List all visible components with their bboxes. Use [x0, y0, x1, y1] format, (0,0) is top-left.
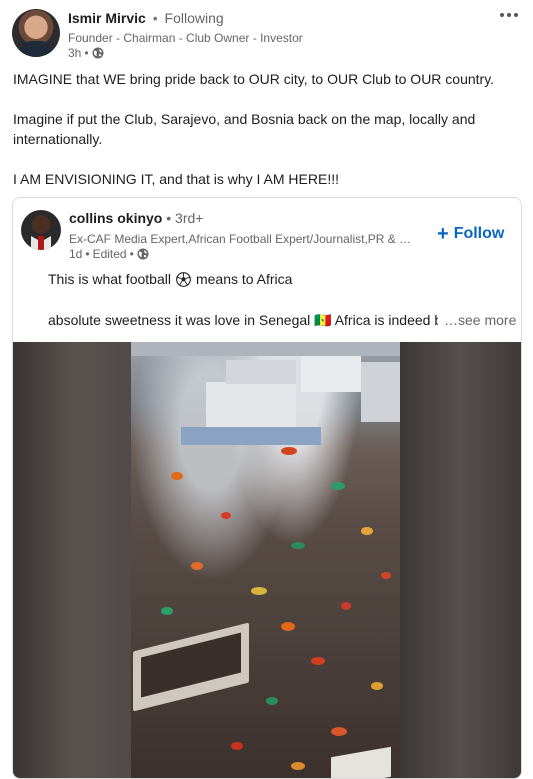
shared-text-line: absolute sweetness it was love in Senega…	[48, 312, 438, 328]
shared-author-headline: Ex-CAF Media Expert,African Football Exp…	[69, 232, 414, 246]
shared-author-name[interactable]: collins okinyo	[69, 210, 162, 226]
stage-vehicle	[133, 622, 249, 712]
separator-dot: •	[85, 247, 90, 261]
post-paragraph: Imagine if put the Club, Sarajevo, and B…	[13, 111, 476, 147]
shared-text-part: This is what football	[48, 271, 171, 287]
connection-degree: 3rd+	[175, 210, 204, 226]
post-time: 3h	[68, 46, 82, 60]
shared-post-meta: 1d • Edited •	[69, 247, 149, 261]
feed-post: Ismir Mirvic • Following Founder - Chair…	[0, 0, 533, 779]
see-more-link[interactable]: …see more	[444, 312, 516, 328]
author-avatar[interactable]	[12, 9, 60, 57]
author-name[interactable]: Ismir Mirvic	[68, 10, 146, 26]
more-options-icon[interactable]	[495, 5, 523, 25]
edited-label: Edited	[92, 247, 127, 261]
shared-author-avatar[interactable]	[21, 210, 61, 250]
post-paragraph: I AM ENVISIONING IT, and that is why I A…	[13, 171, 339, 187]
follow-status: Following	[164, 10, 224, 26]
shared-post-card[interactable]: collins okinyo • 3rd+ Ex-CAF Media Exper…	[12, 197, 522, 779]
shared-text-line: This is what football means to Africa	[48, 271, 292, 287]
video-player[interactable]	[13, 342, 521, 778]
post-meta: 3h •	[68, 46, 104, 60]
post-text: IMAGINE that WE bring pride back to OUR …	[13, 69, 513, 209]
separator-dot: •	[166, 210, 176, 226]
follow-button[interactable]: + Follow	[437, 223, 505, 245]
shared-author-line: collins okinyo • 3rd+	[69, 210, 203, 226]
video-blur-background	[398, 342, 521, 778]
globe-icon	[92, 47, 104, 59]
separator-dot: •	[152, 10, 158, 26]
separator-dot: •	[129, 247, 134, 261]
shared-text-part: means to Africa	[195, 271, 293, 287]
video-frame	[131, 342, 400, 778]
author-line: Ismir Mirvic • Following	[68, 10, 224, 26]
author-headline: Founder - Chairman - Club Owner - Invest…	[68, 31, 303, 45]
globe-icon	[137, 248, 149, 260]
follow-label: Follow	[453, 225, 505, 242]
soccer-ball-icon	[176, 271, 191, 287]
post-paragraph: IMAGINE that WE bring pride back to OUR …	[13, 71, 495, 87]
plus-icon: +	[437, 223, 449, 245]
shared-post-time: 1d	[69, 247, 83, 261]
separator-dot: •	[84, 46, 89, 60]
